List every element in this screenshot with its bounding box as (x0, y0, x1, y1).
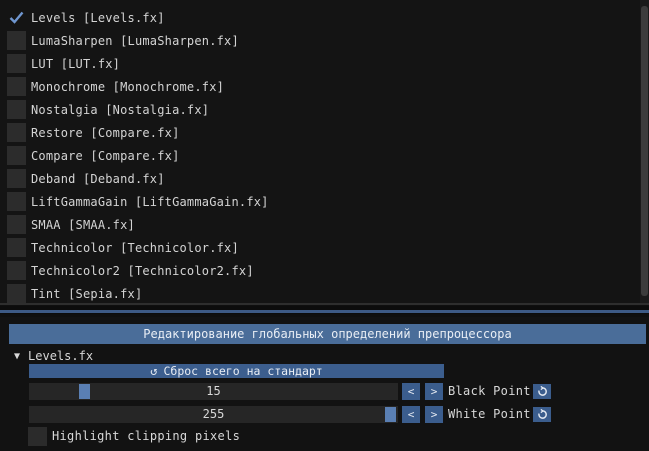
technique-item[interactable]: SMAA [SMAA.fx] (0, 213, 640, 236)
splitter-highlight (0, 310, 649, 313)
technique-item[interactable]: LiftGammaGain [LiftGammaGain.fx] (0, 190, 640, 213)
technique-item[interactable]: Technicolor2 [Technicolor2.fx] (0, 259, 640, 282)
technique-item[interactable]: LUT [LUT.fx] (0, 52, 640, 75)
scrollbar-thumb[interactable] (641, 6, 648, 296)
reset-icon (537, 409, 547, 419)
technique-checkbox[interactable] (7, 100, 26, 119)
technique-item[interactable]: Levels [Levels.fx] (0, 6, 640, 29)
reset-all-label: Сброс всего на стандарт (163, 364, 323, 378)
technique-label: Levels [Levels.fx] (31, 10, 165, 25)
technique-item[interactable]: Technicolor [Technicolor.fx] (0, 236, 640, 259)
black-point-increment-button[interactable]: > (425, 383, 443, 400)
technique-checkbox[interactable] (7, 8, 26, 27)
highlight-clipping-checkbox[interactable] (28, 427, 47, 446)
technique-label: Technicolor [Technicolor.fx] (31, 240, 239, 255)
black-point-slider[interactable]: 15 (29, 383, 398, 400)
technique-checkbox[interactable] (7, 261, 26, 280)
reset-icon (537, 386, 547, 396)
technique-label: Tint [Sepia.fx] (31, 286, 143, 301)
technique-checkbox[interactable] (7, 215, 26, 234)
technique-item[interactable]: Compare [Compare.fx] (0, 144, 640, 167)
technique-item[interactable]: Nostalgia [Nostalgia.fx] (0, 98, 640, 121)
technique-label: SMAA [SMAA.fx] (31, 217, 135, 232)
technique-label: Compare [Compare.fx] (31, 148, 180, 163)
technique-checkbox[interactable] (7, 238, 26, 257)
technique-list: Levels [Levels.fx] LumaSharpen [LumaSharp… (0, 0, 649, 303)
technique-item[interactable]: Restore [Compare.fx] (0, 121, 640, 144)
checkmark-icon (9, 11, 24, 24)
black-point-reset-button[interactable] (533, 384, 551, 399)
technique-checkbox[interactable] (7, 123, 26, 142)
technique-checkbox[interactable] (7, 169, 26, 188)
black-point-label: Black Point (448, 384, 531, 398)
technique-checkbox[interactable] (7, 192, 26, 211)
preprocessor-definitions-button[interactable]: Редактирование глобальных определений пр… (9, 324, 646, 344)
technique-label: Deband [Deband.fx] (31, 171, 165, 186)
collapse-triangle-icon: ▼ (14, 350, 21, 362)
white-point-reset-button[interactable] (533, 407, 551, 422)
effect-name: Levels.fx (28, 349, 94, 363)
black-point-decrement-button[interactable]: < (402, 383, 420, 400)
technique-checkbox[interactable] (7, 54, 26, 73)
technique-item[interactable]: Monochrome [Monochrome.fx] (0, 75, 640, 98)
highlight-clipping-label: Highlight clipping pixels (52, 429, 241, 443)
technique-item[interactable]: LumaSharpen [LumaSharpen.fx] (0, 29, 640, 52)
panel-separator (0, 303, 649, 305)
technique-label: Monochrome [Monochrome.fx] (31, 79, 225, 94)
technique-checkbox[interactable] (7, 77, 26, 96)
reset-icon: ↺ (150, 364, 158, 378)
technique-checkbox[interactable] (7, 146, 26, 165)
technique-item[interactable]: Tint [Sepia.fx] (0, 282, 640, 303)
settings-panel: Редактирование глобальных определений пр… (0, 317, 649, 451)
technique-checkbox[interactable] (7, 31, 26, 50)
technique-label: Nostalgia [Nostalgia.fx] (31, 102, 210, 117)
black-point-value: 15 (206, 384, 221, 398)
white-point-value: 255 (202, 407, 225, 421)
white-point-increment-button[interactable]: > (425, 406, 443, 423)
technique-label: LiftGammaGain [LiftGammaGain.fx] (31, 194, 269, 209)
technique-label: LUT [LUT.fx] (31, 56, 121, 71)
white-point-decrement-button[interactable]: < (402, 406, 420, 423)
technique-label: Technicolor2 [Technicolor2.fx] (31, 263, 254, 278)
white-point-label: White Point (448, 407, 531, 421)
technique-item[interactable]: Deband [Deband.fx] (0, 167, 640, 190)
technique-checkbox[interactable] (7, 284, 26, 303)
effect-section-header[interactable]: ▼ Levels.fx (14, 347, 93, 365)
reset-all-button[interactable]: ↺ Сброс всего на стандарт (29, 364, 444, 378)
technique-label: LumaSharpen [LumaSharpen.fx] (31, 33, 239, 48)
technique-list-scrollbar[interactable] (640, 0, 649, 303)
technique-label: Restore [Compare.fx] (31, 125, 180, 140)
white-point-slider[interactable]: 255 (29, 406, 398, 423)
